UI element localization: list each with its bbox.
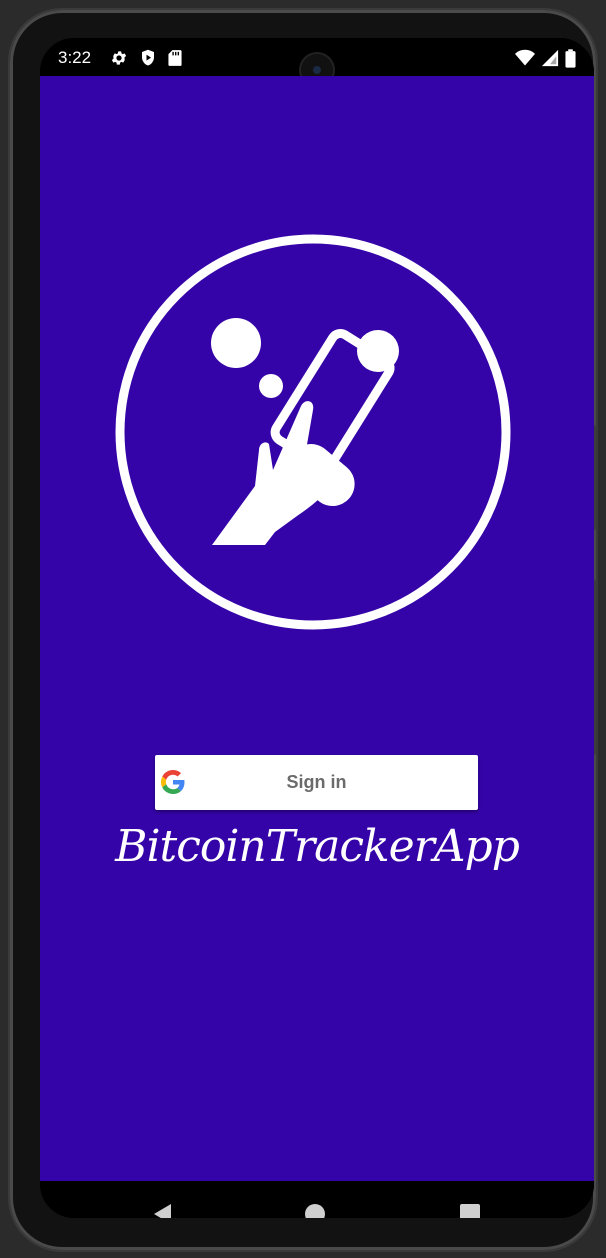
hand-phone-tap-icon — [115, 234, 511, 630]
home-icon[interactable] — [304, 1203, 326, 1218]
gear-icon — [111, 51, 127, 65]
status-bar: 3:22 — [40, 38, 594, 86]
google-sign-in-button[interactable]: Sign in — [155, 755, 478, 810]
screen: 3:22 Sign in BitcoinTrackerApp — [40, 38, 594, 1218]
sign-in-label: Sign in — [286, 772, 347, 792]
app-title: BitcoinTrackerApp — [115, 821, 520, 872]
navigation-bar — [40, 1181, 594, 1218]
status-icons-left — [110, 48, 182, 68]
cell-signal-icon — [541, 49, 559, 67]
app-content: Sign in BitcoinTrackerApp — [40, 76, 594, 1181]
phone-frame: 3:22 Sign in BitcoinTrackerApp — [10, 10, 596, 1250]
shield-play-icon — [142, 49, 154, 66]
back-icon[interactable] — [150, 1201, 176, 1218]
status-icons-right — [515, 48, 576, 68]
wifi-icon — [515, 49, 535, 66]
sd-card-icon — [168, 50, 182, 66]
battery-icon — [565, 48, 576, 68]
recents-icon[interactable] — [460, 1204, 480, 1218]
status-time: 3:22 — [58, 48, 92, 67]
app-logo — [115, 234, 511, 630]
